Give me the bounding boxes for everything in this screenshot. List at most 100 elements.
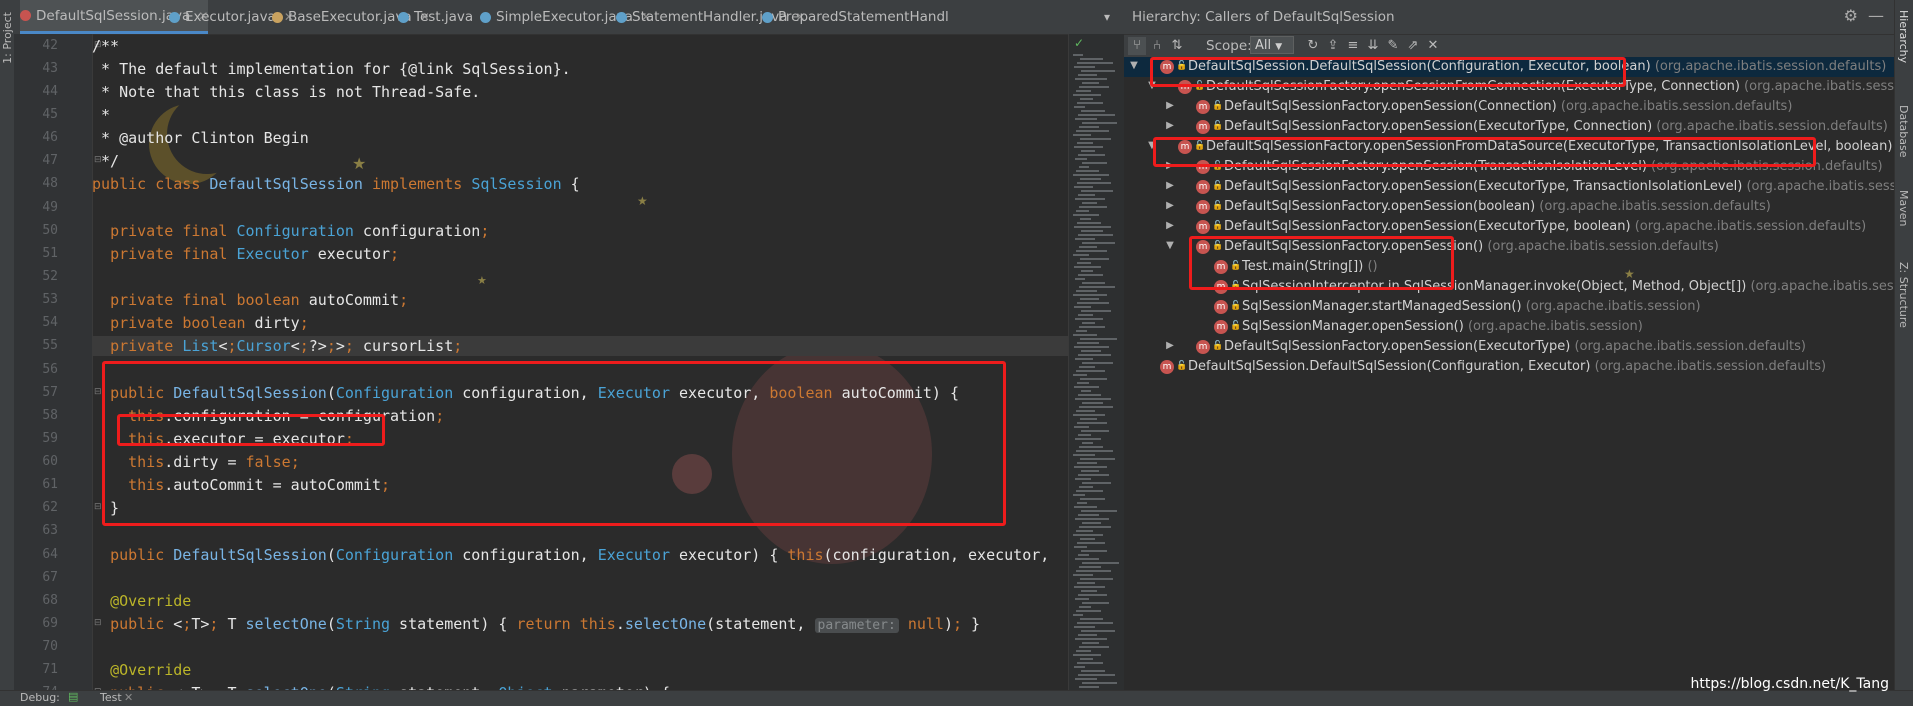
hierarchy-title: Hierarchy: Callers of DefaultSqlSession <box>1132 9 1395 25</box>
minimap-mark <box>1079 406 1113 408</box>
debug-tab-test[interactable]: Test <box>100 691 122 704</box>
minimap-mark <box>1080 418 1097 420</box>
minimap-mark <box>1076 290 1097 292</box>
tree-node[interactable]: ▶ m 🔓 DefaultSqlSessionFactory.openSession(… <box>1124 97 1894 117</box>
minimap-mark <box>1073 414 1105 416</box>
minimap-mark <box>1077 262 1091 264</box>
tree-node[interactable]: m 🔓 SqlSessionManager.startManagedSession(… <box>1124 297 1894 317</box>
code-line: private final Configuration configuratio… <box>110 222 490 240</box>
line-number: 63 <box>42 523 58 538</box>
code-line: * Note that this class is not Thread-Saf… <box>92 83 481 101</box>
chevron-down-icon: ▼ <box>1275 42 1283 52</box>
scope-label: Scope: <box>1206 38 1252 54</box>
caller-hierarchy-icon[interactable]: ⑂ <box>1128 37 1146 55</box>
minimap-mark <box>1079 366 1095 368</box>
minimap-mark <box>1079 486 1093 488</box>
expand-all-icon[interactable]: ⇊ <box>1364 37 1382 55</box>
package-name: (org.apache.ibatis.session) <box>1525 299 1701 314</box>
minimap-mark <box>1081 670 1105 672</box>
tree-node[interactable]: ▶ m 🔓 DefaultSqlSessionFactory.openSession(… <box>1124 117 1894 137</box>
tab-test[interactable]: Test.java ✕ <box>398 0 491 34</box>
method-signature: SqlSessionManager.openSession() <box>1242 319 1464 334</box>
minimap-mark <box>1080 578 1113 580</box>
chevron-right-icon[interactable]: ▶ <box>1164 220 1176 231</box>
structure-tool-label[interactable]: Z: Structure <box>1897 262 1910 328</box>
callee-hierarchy-icon[interactable]: ⑃ <box>1148 37 1166 55</box>
minimap-mark <box>1082 402 1103 404</box>
highlight-opensession-test-box <box>1189 236 1454 290</box>
minimap-mark <box>1074 586 1105 588</box>
minimap-mark <box>1079 566 1101 568</box>
minimap-mark <box>1079 526 1111 528</box>
tree-node[interactable]: ▶ m 🔓 DefaultSqlSessionFactory.openSession(… <box>1124 177 1894 197</box>
minimap-mark <box>1073 374 1087 376</box>
minimap-mark <box>1075 358 1093 360</box>
code-line: public <;T>; T selectOne(String statemen… <box>110 615 981 633</box>
close-icon[interactable]: ✕ <box>124 691 133 704</box>
project-tool-label[interactable]: 1: Project <box>1 12 14 64</box>
line-number: 69 <box>42 616 58 631</box>
chevron-down-icon[interactable]: ▼ <box>1164 240 1176 251</box>
tab-overflow-chevron-icon[interactable]: ▾ <box>1104 0 1110 34</box>
scope-select[interactable]: All ▼ <box>1250 36 1294 54</box>
chevron-right-icon[interactable]: ▶ <box>1164 180 1176 191</box>
minimap-mark <box>1082 242 1115 244</box>
database-tool-label[interactable]: Database <box>1897 105 1910 158</box>
gear-icon[interactable]: ⚙ <box>1844 6 1858 25</box>
star-decoration: ★ <box>637 194 648 208</box>
project-tool-strip[interactable]: 1: Project <box>0 0 15 690</box>
minimap-mark <box>1073 94 1101 96</box>
pin-icon[interactable]: ✎ <box>1384 37 1402 55</box>
tab-preparedstatementhandler[interactable]: PreparedStatementHandl <box>762 0 949 34</box>
minimap-mark <box>1075 158 1087 160</box>
maven-tool-label[interactable]: Maven <box>1897 190 1910 226</box>
code-line: public class DefaultSqlSession implement… <box>92 175 580 193</box>
tree-node[interactable]: ▶ m 🔓 DefaultSqlSessionFactory.openSession(… <box>1124 197 1894 217</box>
close-icon[interactable]: ✕ <box>1424 37 1442 55</box>
code-line: private final Executor executor; <box>110 245 400 263</box>
package-name: (org.apache.ibatis.session.defaults) <box>1746 179 1894 194</box>
minimap-mark <box>1074 346 1109 348</box>
minimap-mark <box>1073 334 1097 336</box>
chevron-right-icon[interactable]: ▶ <box>1164 340 1176 351</box>
minimap-mark <box>1080 498 1105 500</box>
sort-alpha-icon[interactable]: ⇅ <box>1168 37 1186 55</box>
tab-label: DefaultSqlSession.java <box>36 7 191 24</box>
chevron-right-icon[interactable]: ▶ <box>1164 120 1176 131</box>
minimize-icon[interactable]: — <box>1868 6 1884 25</box>
package-name: (org.apache.ibatis.session.defaults) <box>1539 199 1771 214</box>
minimap-mark <box>1079 686 1099 688</box>
minimap-mark <box>1076 450 1113 452</box>
editor-minimap[interactable]: ✓ <box>1068 34 1125 692</box>
tree-node[interactable]: ▶ m 🔓 DefaultSqlSessionFactory.openSession(… <box>1124 337 1894 357</box>
minimap-mark <box>1077 422 1107 424</box>
minimap-mark <box>1080 658 1093 660</box>
tree-node[interactable]: m 🔓 SqlSessionManager.openSession() (org.a… <box>1124 317 1894 337</box>
line-number: 71 <box>42 662 58 677</box>
minimap-mark <box>1077 142 1093 144</box>
collapse-all-icon[interactable]: ≡ <box>1344 37 1362 55</box>
method-signature: DefaultSqlSession.DefaultSqlSession(Conf… <box>1188 359 1591 374</box>
chevron-down-icon[interactable]: ▼ <box>1128 60 1140 71</box>
chevron-right-icon[interactable]: ▶ <box>1164 100 1176 111</box>
code-line: */ <box>92 152 120 170</box>
hierarchy-tool-label[interactable]: Hierarchy <box>1897 10 1910 63</box>
refresh-icon[interactable]: ↻ <box>1304 37 1322 55</box>
tree-node[interactable]: m 🔓 DefaultSqlSession.DefaultSqlSession(Co… <box>1124 357 1894 377</box>
minimap-mark <box>1078 194 1095 196</box>
minimap-mark <box>1075 398 1111 400</box>
line-number: 47 <box>42 153 58 168</box>
chevron-right-icon[interactable]: ▶ <box>1164 200 1176 211</box>
scope-value: All <box>1255 38 1272 53</box>
minimap-mark <box>1078 74 1097 76</box>
minimap-mark <box>1076 490 1103 492</box>
line-number: 44 <box>42 84 58 99</box>
hierarchy-toolbar: ⑂ ⑃ ⇅ Scope: All ▼ ↻ ⇪ ≡ ⇊ ✎ ⇗ ✕ <box>1124 35 1894 57</box>
minimap-mark <box>1075 598 1089 600</box>
tree-node[interactable]: ▶ m 🔓 DefaultSqlSessionFactory.openSession(… <box>1124 217 1894 237</box>
export-icon[interactable]: ⇪ <box>1324 37 1342 55</box>
code-line: private final boolean autoCommit; <box>110 291 409 309</box>
public-lock-icon: 🔓 <box>1176 361 1188 371</box>
minimap-mark <box>1075 438 1101 440</box>
open-in-new-icon[interactable]: ⇗ <box>1404 37 1422 55</box>
